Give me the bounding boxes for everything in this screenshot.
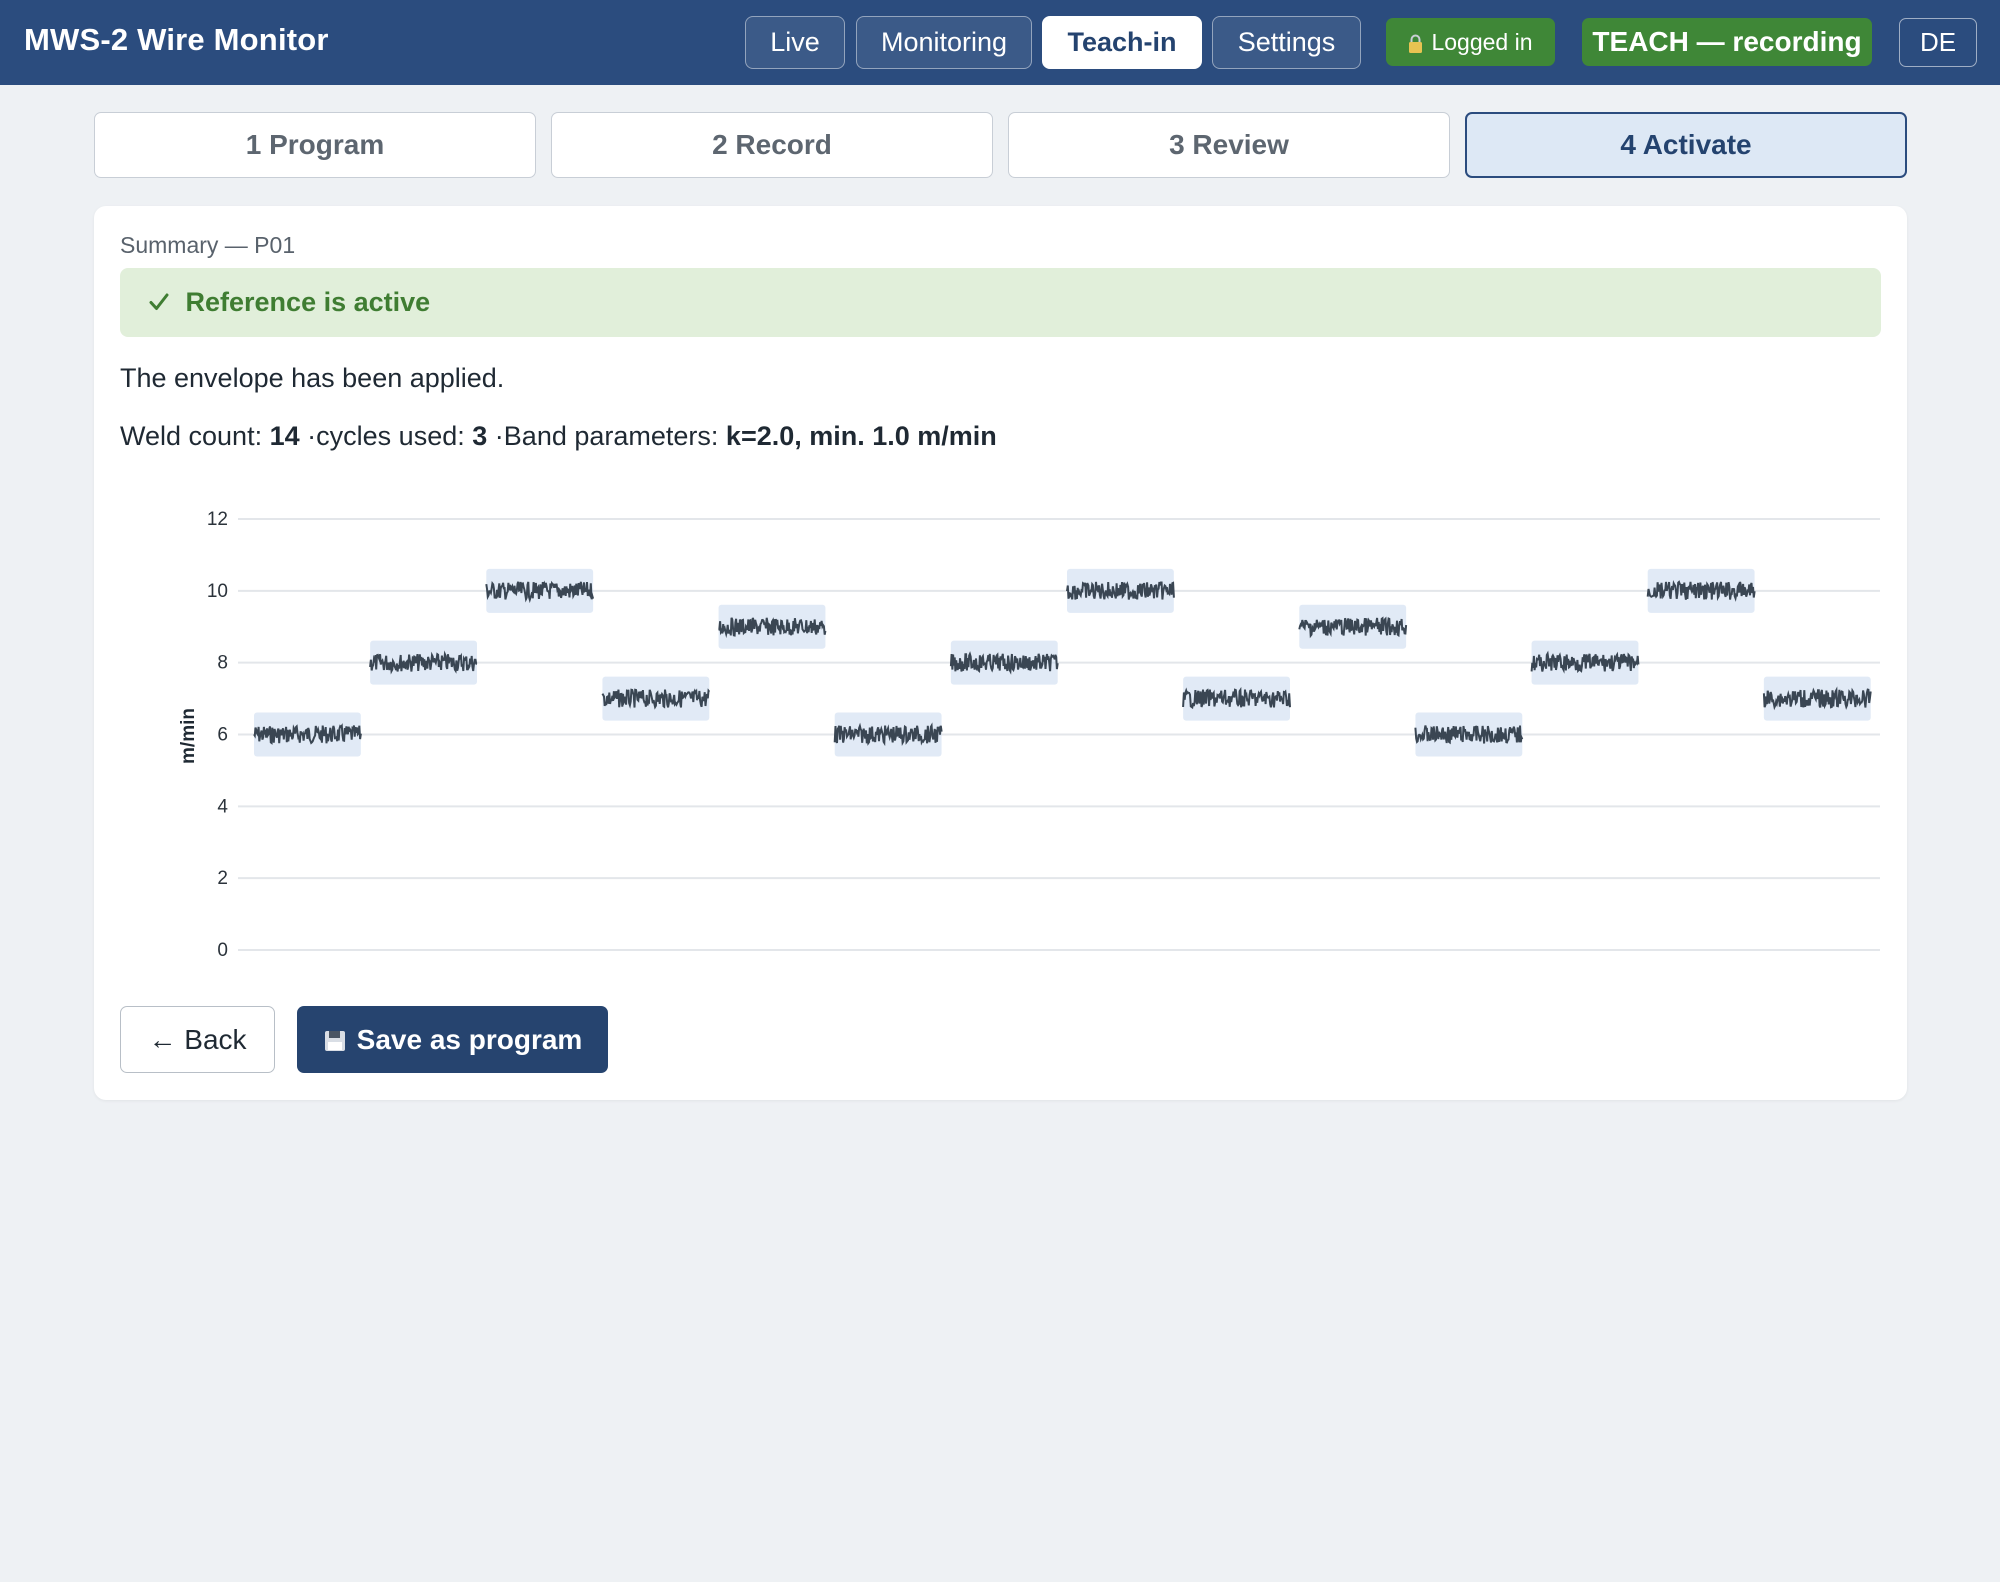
y-tick-label: 0	[217, 940, 228, 961]
speed-chart: m/min 0 2 4 6 8 10 12	[178, 509, 1880, 961]
weld-segment	[253, 712, 362, 757]
summary-card: Summary — P01 Reference is active The en…	[94, 206, 1907, 1100]
step-record[interactable]: 2 Record	[551, 112, 993, 178]
weld-segment	[1414, 712, 1524, 757]
tab-settings[interactable]: Settings	[1212, 16, 1361, 69]
weld-count-label: Weld count:	[120, 421, 263, 451]
status-text: Reference is active	[185, 287, 431, 317]
weld-segment	[1530, 640, 1640, 685]
weld-segment	[1646, 568, 1756, 613]
cycles-value: 3	[472, 421, 488, 451]
weld-segment	[718, 604, 827, 649]
weld-segment	[1762, 676, 1872, 721]
top-bar: MWS-2 Wire Monitor Live Monitoring Teach…	[0, 0, 2000, 85]
y-axis-label: m/min	[178, 708, 199, 764]
save-as-program-button[interactable]: Save as program	[297, 1006, 608, 1073]
step-review[interactable]: 3 Review	[1008, 112, 1450, 178]
y-tick-label: 4	[217, 796, 228, 817]
step-activate[interactable]: 4 Activate	[1465, 112, 1907, 178]
app-title: MWS-2 Wire Monitor	[24, 22, 329, 57]
login-status-text: Logged in	[1431, 28, 1533, 55]
y-tick-label: 12	[207, 509, 228, 530]
stats-line: Weld count: 14 ·cycles used: 3 ·Band par…	[120, 421, 997, 452]
weld-segment	[1298, 604, 1408, 649]
band-label: ·Band parameters:	[494, 421, 719, 451]
y-tick-label: 8	[217, 653, 228, 674]
save-as-program-label: Save as program	[356, 1023, 583, 1055]
weld-segment	[369, 640, 478, 685]
tab-monitoring[interactable]: Monitoring	[856, 16, 1032, 69]
weld-segment	[1066, 568, 1175, 613]
mode-badge: TEACH — recording	[1582, 18, 1872, 66]
weld-segment	[485, 568, 595, 613]
disk-icon	[323, 1028, 347, 1052]
check-icon	[148, 289, 170, 311]
step-program[interactable]: 1 Program	[94, 112, 536, 178]
weld-segment	[833, 712, 943, 757]
back-button[interactable]: ← Back	[120, 1006, 275, 1073]
tab-live[interactable]: Live	[745, 16, 845, 69]
applied-message: The envelope has been applied.	[120, 363, 505, 393]
y-tick-label: 6	[217, 725, 228, 746]
login-status-badge: Logged in	[1386, 18, 1555, 66]
weld-segment	[949, 640, 1059, 685]
lock-icon	[1408, 33, 1423, 53]
weld-segment	[1182, 676, 1291, 721]
language-toggle-button[interactable]: DE	[1899, 18, 1977, 67]
cycles-label: ·cycles used:	[307, 421, 465, 451]
weld-segment	[601, 676, 711, 721]
summary-label: Summary — P01	[120, 232, 296, 258]
band-value: k=2.0, min. 1.0 m/min	[725, 421, 997, 451]
status-banner: Reference is active	[120, 268, 1881, 337]
tab-teach-in[interactable]: Teach-in	[1042, 16, 1202, 69]
y-tick-label: 2	[217, 868, 228, 889]
y-tick-label: 10	[207, 581, 228, 602]
weld-count-value: 14	[269, 421, 300, 451]
